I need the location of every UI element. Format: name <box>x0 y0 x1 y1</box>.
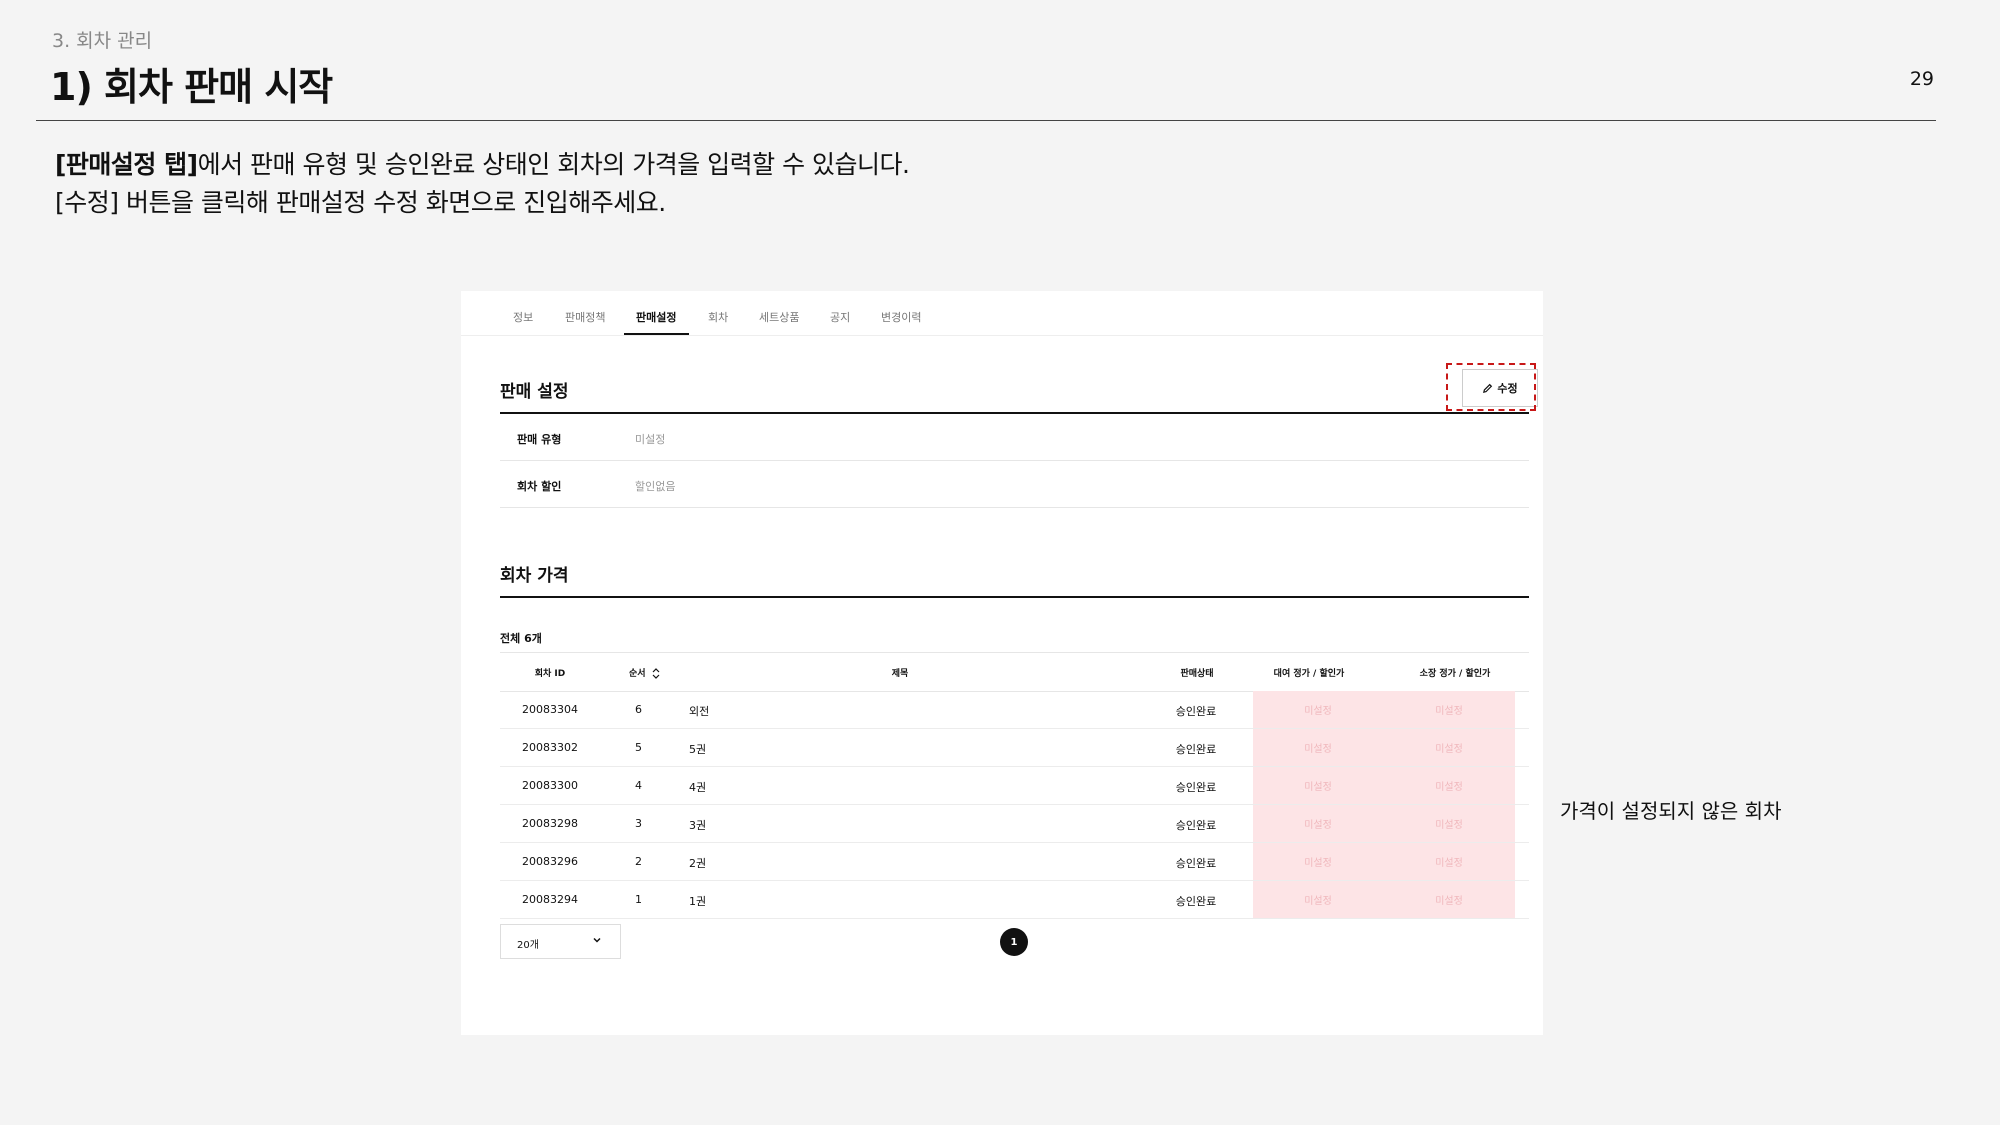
cell-id: 20083298 <box>522 817 578 830</box>
table-row[interactable]: 20083294 1 1권 승인완료 미설정 미설정 <box>500 881 1529 919</box>
cell-status: 승인완료 <box>1175 857 1217 870</box>
sales-settings-title: 판매 설정 <box>500 382 569 402</box>
table-row[interactable]: 20083302 5 5권 승인완료 미설정 미설정 <box>500 729 1529 767</box>
tab-set-products[interactable]: 세트상품 <box>759 309 799 325</box>
cell-order: 6 <box>635 703 642 716</box>
cell-rent-price: 미설정 <box>1253 729 1383 766</box>
cell-status: 승인완료 <box>1175 895 1217 908</box>
screenshot-panel: 정보 판매정책 판매설정 회차 세트상품 공지 변경이력 판매 설정 수정 판매… <box>461 291 1543 1035</box>
cell-id: 20083296 <box>522 855 578 868</box>
cell-rent-price: 미설정 <box>1253 843 1383 880</box>
description-line-1-text: 에서 판매 유형 및 승인완료 상태인 회차의 가격을 입력할 수 있습니다. <box>197 150 910 179</box>
cell-rent-price: 미설정 <box>1253 691 1383 728</box>
tab-notice[interactable]: 공지 <box>830 309 850 325</box>
pencil-icon <box>1483 383 1493 393</box>
cell-title: 2권 <box>689 857 707 870</box>
cell-own-price: 미설정 <box>1383 691 1515 728</box>
edit-button[interactable]: 수정 <box>1462 369 1538 407</box>
cell-order: 3 <box>635 817 642 830</box>
column-header-own-price: 소장 정가 / 할인가 <box>1419 669 1491 679</box>
side-note: 가격이 설정되지 않은 회차 <box>1560 799 1782 823</box>
cell-id: 20083302 <box>522 741 578 754</box>
page-size-value: 20개 <box>517 940 539 951</box>
tab-sales-policy[interactable]: 판매정책 <box>565 309 605 325</box>
page-number: 29 <box>1909 68 1934 90</box>
cell-own-price: 미설정 <box>1383 881 1515 918</box>
title-divider <box>36 120 1936 121</box>
active-tab-indicator <box>624 333 689 335</box>
page-size-select[interactable]: 20개 <box>500 924 621 959</box>
table-header: 회차 ID 순서 제목 판매상태 대여 정가 / 할인가 소장 정가 / 할인가 <box>500 652 1529 692</box>
info-label: 판매 유형 <box>517 433 562 446</box>
cell-own-price: 미설정 <box>1383 805 1515 842</box>
column-header-rent-price: 대여 정가 / 할인가 <box>1273 669 1345 679</box>
cell-status: 승인완료 <box>1175 819 1217 832</box>
cell-own-price: 미설정 <box>1383 767 1515 804</box>
column-header-status: 판매상태 <box>1180 669 1214 679</box>
tab-bar: 정보 판매정책 판매설정 회차 세트상품 공지 변경이력 <box>461 291 1543 336</box>
cell-status: 승인완료 <box>1175 705 1217 718</box>
description-line-1: [판매설정 탭]에서 판매 유형 및 승인완료 상태인 회차의 가격을 입력할 … <box>55 146 910 184</box>
sort-icon <box>652 668 660 679</box>
edit-button-label: 수정 <box>1497 382 1518 395</box>
column-header-title: 제목 <box>891 669 909 679</box>
tab-episodes[interactable]: 회차 <box>708 309 728 325</box>
description-line-2: [수정] 버튼을 클릭해 판매설정 수정 화면으로 진입해주세요. <box>55 188 666 217</box>
table-row[interactable]: 20083298 3 3권 승인완료 미설정 미설정 <box>500 805 1529 843</box>
cell-title: 4권 <box>689 781 707 794</box>
cell-order: 4 <box>635 779 642 792</box>
page-title: 1) 회차 판매 시작 <box>50 65 333 109</box>
section-label: 3. 회차 관리 <box>52 30 153 52</box>
info-value: 할인없음 <box>635 480 676 493</box>
column-header-order[interactable]: 순서 <box>629 666 660 679</box>
cell-own-price: 미설정 <box>1383 843 1515 880</box>
episode-price-title: 회차 가격 <box>500 566 569 586</box>
cell-rent-price: 미설정 <box>1253 767 1383 804</box>
info-value: 미설정 <box>635 433 666 446</box>
cell-rent-price: 미설정 <box>1253 805 1383 842</box>
cell-status: 승인완료 <box>1175 781 1217 794</box>
table-row[interactable]: 20083296 2 2권 승인완료 미설정 미설정 <box>500 843 1529 881</box>
cell-order: 5 <box>635 741 642 754</box>
cell-rent-price: 미설정 <box>1253 881 1383 918</box>
cell-title: 3권 <box>689 819 707 832</box>
tab-sales-settings[interactable]: 판매설정 <box>636 309 676 325</box>
cell-title: 외전 <box>689 705 710 718</box>
cell-order: 2 <box>635 855 642 868</box>
table-row[interactable]: 20083304 6 외전 승인완료 미설정 미설정 <box>500 691 1529 729</box>
info-row-episode-discount: 회차 할인 할인없음 <box>500 461 1529 508</box>
chevron-down-icon <box>593 937 601 943</box>
pagination-page-button[interactable]: 1 <box>1000 928 1028 956</box>
cell-title: 5권 <box>689 743 707 756</box>
tab-change-history[interactable]: 변경이력 <box>881 309 921 325</box>
cell-id: 20083304 <box>522 703 578 716</box>
cell-id: 20083294 <box>522 893 578 906</box>
cell-own-price: 미설정 <box>1383 729 1515 766</box>
episode-price-divider <box>500 596 1529 598</box>
cell-status: 승인완료 <box>1175 743 1217 756</box>
info-label: 회차 할인 <box>517 480 562 493</box>
column-header-id: 회차 ID <box>534 669 566 679</box>
cell-order: 1 <box>635 893 642 906</box>
info-row-sales-type: 판매 유형 미설정 <box>500 414 1529 461</box>
table-row[interactable]: 20083300 4 4권 승인완료 미설정 미설정 <box>500 767 1529 805</box>
total-count: 전체 6개 <box>500 632 542 645</box>
description: [판매설정 탭]에서 판매 유형 및 승인완료 상태인 회차의 가격을 입력할 … <box>55 146 910 222</box>
description-emphasis: [판매설정 탭] <box>55 150 198 179</box>
cell-id: 20083300 <box>522 779 578 792</box>
column-header-order-label: 순서 <box>629 669 646 679</box>
tab-info[interactable]: 정보 <box>513 309 533 325</box>
cell-title: 1권 <box>689 895 707 908</box>
